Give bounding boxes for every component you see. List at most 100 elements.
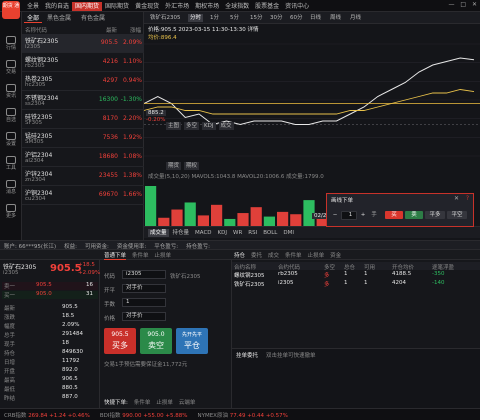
close-icon[interactable]: ✕ bbox=[472, 1, 477, 8]
quote-row[interactable]: 沪铝2304 al2304 18680 1.08% bbox=[22, 148, 144, 167]
top-tab[interactable]: 期权市场 bbox=[192, 2, 222, 11]
status-ticker[interactable]: BDI指数 990.00 +55.00 +5.88% bbox=[100, 411, 188, 419]
qty-input[interactable]: 1 bbox=[341, 211, 357, 220]
open-select[interactable]: 对手价 bbox=[122, 284, 166, 293]
quote-row[interactable]: 不锈钢2304 ss2304 16300 -1.30% bbox=[22, 91, 144, 110]
quick-stop[interactable]: 止损单 bbox=[156, 398, 173, 406]
chart-bottom-tab[interactable]: 持仓量 bbox=[171, 229, 192, 237]
indicator-tab[interactable]: 成交 bbox=[218, 122, 234, 130]
chart-tool[interactable]: 1分 bbox=[208, 14, 221, 22]
sidebar-item[interactable]: 设置 bbox=[0, 132, 22, 147]
quote-row[interactable]: 沪锌2304 zn2304 23455 1.38% bbox=[22, 167, 144, 186]
sidebar-item[interactable]: 自选 bbox=[0, 108, 22, 123]
code-input[interactable]: i2305 bbox=[122, 270, 166, 279]
chart-tool[interactable]: 5分 bbox=[228, 14, 241, 22]
top-tab[interactable]: 股票基金 bbox=[252, 2, 282, 11]
book-sell-row[interactable]: 卖一 905.5 16 bbox=[2, 282, 98, 290]
quote-tab-all[interactable]: 全部 bbox=[24, 14, 43, 23]
sidebar-item[interactable]: 资讯 bbox=[0, 84, 22, 99]
subtab-stop-order[interactable]: 止损单 bbox=[155, 251, 172, 260]
quote-row[interactable]: 硅铁2305 SF305 8170 2.20% bbox=[22, 110, 144, 129]
top-tab[interactable]: 国际期货 bbox=[102, 2, 132, 11]
positions-tab[interactable]: 条件单 bbox=[285, 251, 302, 259]
sub-tab-options[interactable]: 期权 bbox=[184, 162, 200, 170]
chart-bottom-tab[interactable]: DMI bbox=[281, 229, 296, 237]
qty-plus-button[interactable]: + bbox=[359, 211, 367, 219]
stat-value: 849630 bbox=[62, 349, 83, 355]
sub-tab-futures[interactable]: 期货 bbox=[166, 162, 182, 170]
dialog-flat-long-button[interactable]: 平多 bbox=[425, 211, 445, 219]
book-buy-row[interactable]: 买一 905.0 31 bbox=[2, 291, 98, 299]
chart-bottom-tab[interactable]: MACD bbox=[193, 229, 214, 237]
quick-cloud[interactable]: 云端单 bbox=[179, 398, 196, 406]
chart-tool[interactable]: 60分 bbox=[288, 14, 305, 22]
chart-bottom-tab[interactable]: BOLL bbox=[261, 229, 279, 237]
chart-tool[interactable]: 周线 bbox=[328, 14, 343, 22]
quote-tab-black[interactable]: 黑色金属 bbox=[44, 14, 74, 23]
volume-bar bbox=[171, 209, 183, 226]
quick-condition[interactable]: 条件单 bbox=[134, 398, 151, 406]
chart-tool[interactable]: 日线 bbox=[308, 14, 323, 22]
top-tab[interactable]: 资讯中心 bbox=[282, 2, 312, 11]
quote-row[interactable]: 沪铜2304 cu2304 69670 1.66% bbox=[22, 186, 144, 205]
maximize-icon[interactable]: □ bbox=[460, 1, 466, 8]
positions-header-cell: 总仓 bbox=[344, 265, 356, 271]
minimize-icon[interactable]: — bbox=[448, 1, 454, 8]
top-tab[interactable]: 全球指数 bbox=[222, 2, 252, 11]
price-chart[interactable] bbox=[144, 40, 480, 160]
sidebar-item[interactable]: 交易 bbox=[0, 60, 22, 75]
indicator-tab[interactable]: 多空 bbox=[184, 122, 200, 130]
top-tab[interactable]: 国内期货 bbox=[72, 2, 103, 11]
indicator-tab[interactable]: 主图 bbox=[166, 122, 182, 130]
dialog-close-icon[interactable]: ✕ bbox=[454, 195, 459, 202]
position-row[interactable]: 铁矿石2305 i2305 多 1 1 4204 -140 bbox=[232, 280, 480, 288]
quote-row[interactable]: 热卷2305 hc2305 4297 0.94% bbox=[22, 72, 144, 91]
sidebar-item[interactable]: 更多 bbox=[0, 204, 22, 219]
qty-minus-button[interactable]: − bbox=[331, 211, 339, 219]
price-select[interactable]: 对手价 bbox=[122, 312, 166, 321]
top-tab[interactable]: 我的自选 bbox=[42, 2, 72, 11]
stat-key: 最高 bbox=[4, 378, 16, 384]
subtab-condition-order[interactable]: 条件单 bbox=[132, 251, 149, 260]
book-change: +18.5 bbox=[78, 262, 95, 268]
chart-bottom-tab[interactable]: WR bbox=[231, 229, 244, 237]
chart-tool[interactable]: 15分 bbox=[248, 14, 265, 22]
dialog-sell-button[interactable]: 卖 bbox=[405, 211, 423, 219]
sidebar-item[interactable]: 行情 bbox=[0, 36, 22, 51]
positions-tab[interactable]: 持仓 bbox=[234, 251, 245, 259]
quote-row[interactable]: 铁矿石2305 i2305 905.5 2.09% bbox=[22, 34, 144, 53]
chart-tool[interactable]: 分时 bbox=[188, 14, 204, 22]
subtab-normal-order[interactable]: 普通下单 bbox=[104, 251, 127, 260]
dialog-flat-short-button[interactable]: 平空 bbox=[447, 211, 467, 219]
top-tab[interactable]: 外汇市场 bbox=[162, 2, 192, 11]
quote-row[interactable]: 螺纹钢2305 rb2305 4216 1.10% bbox=[22, 53, 144, 72]
position-row[interactable]: 螺纹钢2305 rb2305 多 1 1 4188.5 -350 bbox=[232, 271, 480, 279]
qty-field[interactable]: 1 bbox=[122, 298, 166, 307]
sell-short-button[interactable]: 905.0 卖空 bbox=[140, 328, 172, 354]
quote-row[interactable]: 锰硅2305 SM305 7536 1.92% bbox=[22, 129, 144, 148]
quote-tab-nonferrous[interactable]: 有色金属 bbox=[78, 14, 108, 23]
sidebar-item[interactable]: 消息 bbox=[0, 180, 22, 195]
chart-tool[interactable]: 铁矿石2305 bbox=[148, 14, 183, 22]
chart-bottom-tab[interactable]: 成交量 bbox=[148, 228, 169, 237]
chart-tool[interactable]: 30分 bbox=[268, 14, 285, 22]
top-tab[interactable]: 黄金现货 bbox=[132, 2, 162, 11]
stat-key: 开盘 bbox=[4, 369, 16, 375]
positions-tab[interactable]: 委托 bbox=[251, 251, 262, 259]
top-tab[interactable]: 全景 bbox=[24, 2, 42, 11]
chart-tool[interactable]: 月线 bbox=[348, 14, 363, 22]
positions-tab[interactable]: 止损单 bbox=[308, 251, 325, 259]
sidebar-item[interactable]: 工具 bbox=[0, 156, 22, 171]
chart-bottom-tab[interactable]: KDJ bbox=[216, 229, 229, 237]
status-ticker[interactable]: CRB指数 269.84 +1.24 +0.46% bbox=[4, 411, 90, 419]
volume-bar bbox=[145, 186, 157, 226]
chart-bottom-tab[interactable]: RSI bbox=[246, 229, 259, 237]
positions-tab[interactable]: 资金 bbox=[330, 251, 341, 259]
indicator-tab[interactable]: KDJ bbox=[202, 122, 216, 130]
close-position-button[interactable]: 先开先平 平仓 bbox=[176, 328, 208, 354]
positions-tab[interactable]: 成交 bbox=[268, 251, 279, 259]
buy-long-button[interactable]: 905.5 买多 bbox=[104, 328, 136, 354]
dialog-buy-button[interactable]: 买 bbox=[385, 211, 403, 219]
status-ticker[interactable]: NYMEX原油 77.49 +0.44 +0.57% bbox=[197, 411, 287, 419]
dialog-help-icon[interactable]: ? bbox=[466, 195, 469, 202]
